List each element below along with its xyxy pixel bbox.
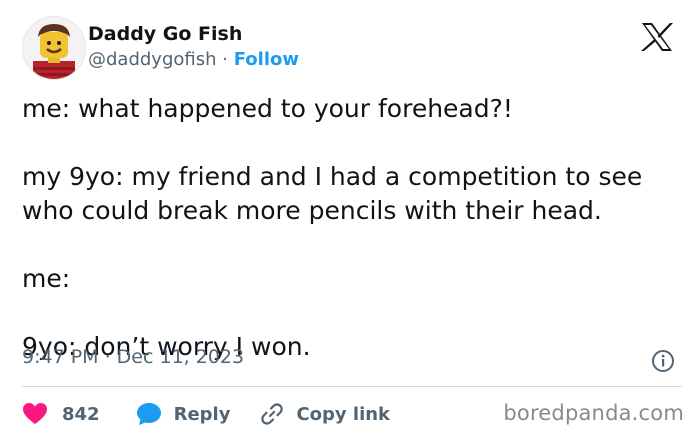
tweet-header: Daddy Go Fish @daddygofish · Follow xyxy=(22,16,682,80)
copy-link-button[interactable]: Copy link xyxy=(260,402,390,426)
reply-label: Reply xyxy=(173,403,231,425)
tweet-timestamp[interactable]: 9:47 PM · Dec 11, 2023 xyxy=(22,346,244,368)
author-handle-row: @daddygofish · Follow xyxy=(88,49,299,70)
divider xyxy=(22,386,682,387)
reply-button[interactable]: Reply xyxy=(136,402,231,426)
tweet-text: me: what happened to your forehead?! my … xyxy=(22,92,682,364)
avatar[interactable] xyxy=(22,16,86,80)
like-button[interactable]: 842 xyxy=(22,402,100,426)
watermark: boredpanda.com xyxy=(503,401,684,425)
link-icon xyxy=(260,402,284,426)
follow-button[interactable]: Follow xyxy=(234,49,299,70)
reply-bubble-icon xyxy=(136,402,162,426)
author-name[interactable]: Daddy Go Fish xyxy=(88,23,242,45)
tweet-actions: 842 Reply Copy link xyxy=(22,400,390,428)
heart-icon xyxy=(22,402,48,426)
info-icon[interactable] xyxy=(651,349,675,373)
tweet-line: my 9yo: my friend and I had a competitio… xyxy=(22,162,643,225)
x-logo-icon[interactable] xyxy=(640,22,674,52)
author-handle[interactable]: @daddygofish xyxy=(88,49,217,70)
handle-separator: · xyxy=(222,49,228,70)
tweet-line: me: xyxy=(22,264,71,293)
copy-link-label: Copy link xyxy=(296,403,391,425)
tweet-line: me: what happened to your forehead?! xyxy=(22,94,513,123)
like-count: 842 xyxy=(62,403,100,425)
